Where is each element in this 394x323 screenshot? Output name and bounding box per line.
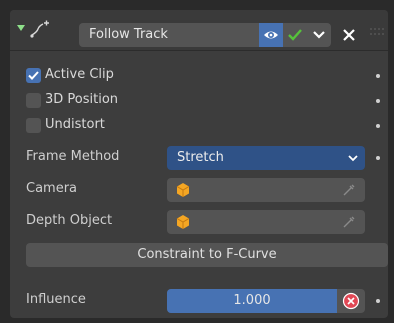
depth-object-field[interactable] bbox=[167, 210, 365, 234]
camera-label: Camera bbox=[26, 181, 78, 196]
eyedropper-icon[interactable] bbox=[341, 182, 357, 198]
active-clip-label: Active Clip bbox=[45, 67, 114, 82]
delete-constraint-button[interactable] bbox=[337, 23, 361, 47]
checkmark-icon bbox=[28, 71, 39, 80]
depth-object-row: Depth Object bbox=[10, 210, 388, 234]
3d-position-row[interactable]: 3D Position bbox=[10, 89, 388, 113]
camera-row: Camera bbox=[10, 178, 388, 202]
undistort-row[interactable]: Undistort bbox=[10, 114, 388, 138]
panel-header[interactable]: Follow Track bbox=[10, 10, 388, 51]
animate-property-dot[interactable] bbox=[376, 156, 380, 160]
extras-menu-button[interactable] bbox=[307, 23, 331, 47]
object-cube-icon bbox=[176, 183, 190, 197]
constraint-to-fcurve-button[interactable]: Constraint to F-Curve bbox=[26, 243, 388, 267]
frame-method-value: Stretch bbox=[177, 150, 224, 165]
constraint-panel: Follow Track Active Clip 3D Position Und… bbox=[10, 10, 388, 318]
3d-position-checkbox[interactable] bbox=[26, 93, 41, 108]
animate-property-dot[interactable] bbox=[376, 124, 380, 128]
influence-slider[interactable]: 1.000 bbox=[167, 289, 337, 313]
animate-property-dot[interactable] bbox=[376, 99, 380, 103]
constraint-to-fcurve-row: Constraint to F-Curve bbox=[10, 243, 388, 267]
frame-method-label: Frame Method bbox=[26, 149, 120, 164]
frame-method-dropdown[interactable]: Stretch bbox=[167, 146, 365, 170]
active-clip-row[interactable]: Active Clip bbox=[10, 64, 388, 88]
disable-keep-offset-button[interactable] bbox=[337, 289, 365, 313]
constraint-name-field[interactable]: Follow Track bbox=[79, 23, 259, 47]
constraint-icon bbox=[30, 20, 49, 38]
depth-object-label: Depth Object bbox=[26, 213, 113, 228]
camera-field[interactable] bbox=[167, 178, 365, 202]
frame-method-row: Frame Method Stretch bbox=[10, 146, 388, 170]
clear-keyframe-icon bbox=[342, 292, 360, 310]
eyedropper-icon[interactable] bbox=[341, 214, 357, 230]
chevron-down-icon bbox=[348, 155, 358, 162]
close-icon bbox=[343, 29, 355, 41]
disclosure-triangle-icon[interactable] bbox=[16, 23, 26, 33]
drag-handle[interactable] bbox=[370, 28, 384, 36]
influence-label: Influence bbox=[26, 292, 86, 307]
visibility-toggle[interactable] bbox=[259, 23, 283, 47]
animate-property-dot[interactable] bbox=[376, 74, 380, 78]
chevron-down-icon bbox=[313, 31, 325, 39]
eye-icon bbox=[264, 31, 278, 39]
influence-value: 1.000 bbox=[233, 293, 271, 308]
object-cube-icon bbox=[176, 215, 190, 229]
undistort-checkbox[interactable] bbox=[26, 118, 41, 133]
checkmark-icon bbox=[288, 29, 302, 41]
animate-property-dot[interactable] bbox=[376, 299, 380, 303]
active-clip-checkbox[interactable] bbox=[26, 68, 41, 83]
influence-row: Influence 1.000 bbox=[10, 289, 388, 313]
enable-toggle[interactable] bbox=[283, 23, 307, 47]
3d-position-label: 3D Position bbox=[45, 92, 119, 107]
undistort-label: Undistort bbox=[45, 117, 105, 132]
